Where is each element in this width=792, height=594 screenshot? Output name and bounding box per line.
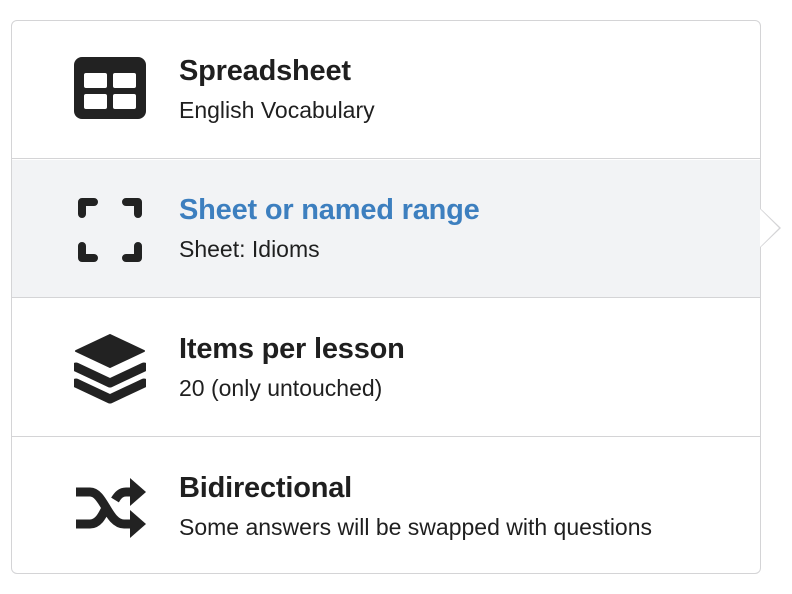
settings-item-title: Bidirectional (179, 472, 353, 504)
settings-item-title: Items per lesson (179, 333, 405, 365)
settings-list-panel: Spreadsheet English Vocabulary Sheet or … (11, 20, 761, 574)
settings-item-title: Spreadsheet (179, 55, 351, 87)
settings-item-spreadsheet[interactable]: Spreadsheet English Vocabulary (12, 21, 760, 159)
settings-item-subtitle: Sheet: Idioms (179, 236, 320, 262)
shuffle-icon (74, 472, 146, 544)
settings-item-sheet-range[interactable]: Sheet or named range Sheet: Idioms (12, 160, 760, 298)
settings-item-subtitle: Some answers will be swapped with questi… (179, 514, 653, 540)
settings-item-bidirectional[interactable]: Bidirectional Some answers will be swapp… (12, 438, 760, 573)
settings-item-subtitle: 20 (only untouched) (179, 375, 383, 401)
settings-item-subtitle: English Vocabulary (179, 97, 375, 123)
range-select-icon (74, 194, 146, 266)
layers-icon (74, 333, 146, 405)
settings-item-title: Sheet or named range (179, 194, 480, 226)
table-icon (74, 55, 146, 127)
settings-item-items-per-lesson[interactable]: Items per lesson 20 (only untouched) (12, 299, 760, 437)
